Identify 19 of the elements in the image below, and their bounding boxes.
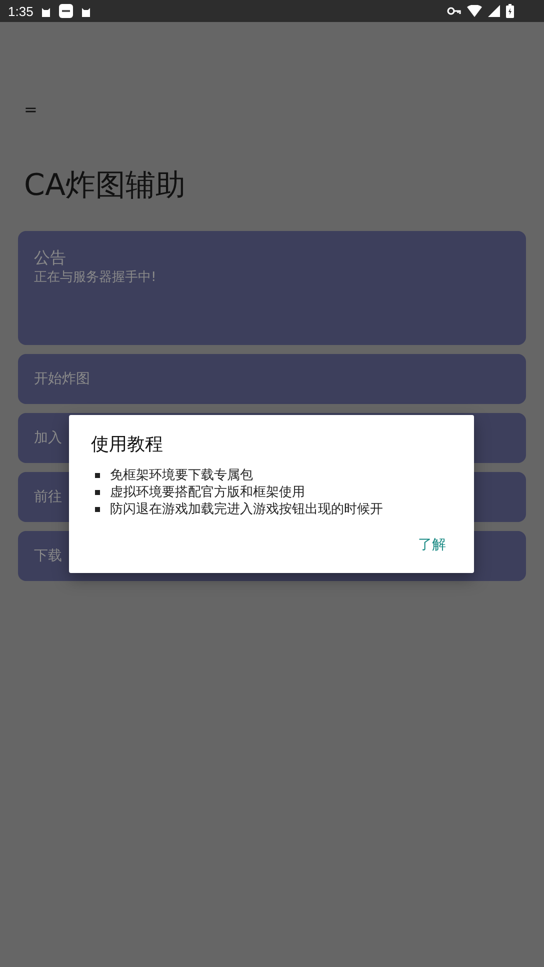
key-icon: [447, 6, 461, 16]
menu-button[interactable]: =: [24, 100, 38, 120]
notice-title: 公告: [34, 247, 67, 269]
action-button[interactable]: 开始炸图: [18, 354, 526, 404]
dialog-list-item: 免框架环境要下载专属包: [110, 467, 253, 484]
dialog-list-item: 防闪退在游戏加载完进入游戏按钮出现的时候开: [110, 501, 383, 518]
app-icon: [59, 4, 74, 18]
notice-text: 正在与服务器握手中!: [34, 269, 158, 287]
status-time: 1:35: [8, 4, 34, 18]
bullet-icon: [95, 473, 100, 478]
app-title: CA炸图辅助: [24, 167, 186, 205]
dialog-title: 使用教程: [91, 433, 164, 457]
signal-icon: [488, 5, 500, 17]
ok-button[interactable]: 了解: [414, 532, 450, 558]
dialog-list-item: 虚拟环境要搭配官方版和框架使用: [110, 484, 305, 501]
bullet-icon: [95, 490, 100, 495]
wifi-icon: [467, 5, 482, 17]
bullet-icon: [95, 507, 100, 512]
battery-icon: [506, 4, 514, 18]
